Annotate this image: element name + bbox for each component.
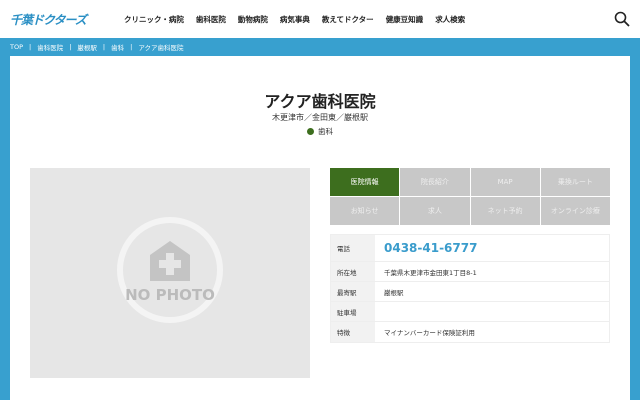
breadcrumb-current: アクア歯科医院 <box>138 44 184 52</box>
info-label: 所在地 <box>331 262 375 281</box>
nav-ask-doctor[interactable]: 教えてドクター <box>322 14 374 25</box>
tab-jobs[interactable]: 求人 <box>400 197 470 225</box>
info-label: 最寄駅 <box>331 282 375 301</box>
tab-clinic-info[interactable]: 医院情報 <box>330 168 400 196</box>
info-value: マイナンバーカード保険証利用 <box>384 329 475 337</box>
breadcrumb: TOP | 歯科医院 | 巌根駅 | 歯科 | アクア歯科医院 <box>10 42 184 52</box>
separator: | <box>102 43 106 51</box>
clinic-info-table: 電話 0438-41-6777 所在地 千葉県木更津市金田東1丁目8-1 最寄駅 巌根… <box>330 234 610 343</box>
clinic-panel: アクア歯科医院 木更津市／金田東／巌根駅 歯科 NO PHOTO 医院情報 院長… <box>10 56 630 400</box>
tab-director[interactable]: 院長紹介 <box>400 168 470 196</box>
info-label: 特徴 <box>331 322 375 342</box>
info-row-features: 特徴 マイナンバーカード保険証利用 <box>331 322 609 342</box>
nav-clinic[interactable]: クリニック・病院 <box>124 14 184 25</box>
separator: | <box>69 43 72 51</box>
info-row-station: 最寄駅 巌根駅 <box>331 282 609 302</box>
clinic-category: 歯科 <box>10 126 630 137</box>
nav-disease[interactable]: 病気事典 <box>280 14 310 25</box>
info-row-phone: 電話 0438-41-6777 <box>331 235 609 262</box>
site-logo[interactable]: 千葉ドクターズ <box>10 11 110 28</box>
tab-route[interactable]: 乗換ルート <box>540 168 610 196</box>
category-dot-icon <box>307 128 314 135</box>
page-title: アクア歯科医院 <box>264 92 376 111</box>
breadcrumb-station[interactable]: 巌根駅 <box>77 42 97 52</box>
nav-jobs[interactable]: 求人検索 <box>435 14 465 25</box>
phone-number[interactable]: 0438-41-6777 <box>375 241 477 255</box>
main-nav: クリニック・病院 歯科医院 動物病院 病気事典 教えてドクター 健康豆知識 求人… <box>124 14 465 25</box>
breadcrumb-category[interactable]: 歯科 <box>111 42 124 52</box>
info-label: 電話 <box>331 235 375 261</box>
separator: | <box>130 43 133 51</box>
site-header: 千葉ドクターズ クリニック・病院 歯科医院 動物病院 病気事典 教えてドクター … <box>0 0 640 38</box>
no-photo-icon <box>117 217 223 323</box>
tab-online-consult[interactable]: オンライン診療 <box>540 197 610 225</box>
clinic-tabs: 医院情報 院長紹介 MAP 乗換ルート お知らせ 求人 ネット予約 オンライン診… <box>330 168 610 225</box>
search-icon[interactable] <box>614 11 630 27</box>
nav-dental[interactable]: 歯科医院 <box>196 14 226 25</box>
separator: | <box>29 43 32 51</box>
tab-net-reservation[interactable]: ネット予約 <box>470 197 540 225</box>
info-row-address: 所在地 千葉県木更津市金田東1丁目8-1 <box>331 262 609 282</box>
category-label: 歯科 <box>318 127 333 136</box>
tab-news[interactable]: お知らせ <box>330 197 400 225</box>
breadcrumb-top[interactable]: TOP <box>10 43 23 51</box>
breadcrumb-dental[interactable]: 歯科医院 <box>37 42 63 52</box>
clinic-location: 木更津市／金田東／巌根駅 <box>272 113 368 122</box>
no-photo-text: NO PHOTO <box>125 286 215 304</box>
nav-animal[interactable]: 動物病院 <box>238 14 268 25</box>
info-row-parking: 駐車場 <box>331 302 609 322</box>
info-value: 巌根駅 <box>384 288 404 297</box>
info-value: 千葉県木更津市金田東1丁目8-1 <box>384 268 477 277</box>
nav-health-tips[interactable]: 健康豆知識 <box>386 14 424 25</box>
tab-map[interactable]: MAP <box>470 168 540 196</box>
clinic-photo: NO PHOTO <box>30 168 310 378</box>
info-label: 駐車場 <box>331 302 375 321</box>
